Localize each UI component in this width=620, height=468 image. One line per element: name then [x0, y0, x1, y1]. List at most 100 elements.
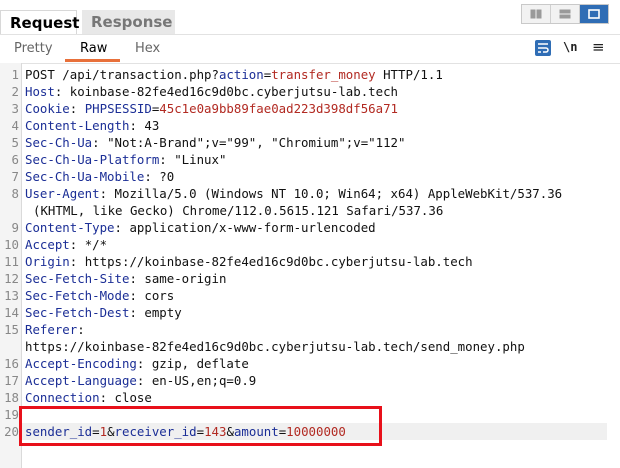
header-line-wrapped: https://koinbase-82fe4ed16c9d0bc.cyberju…	[0, 338, 525, 355]
method-path: POST /api/transaction.php?	[25, 67, 219, 82]
header-line: 7 Sec-Ch-Ua-Mobile: ?0	[0, 168, 175, 185]
line-number: 14	[4, 305, 19, 320]
header-separator: :	[136, 356, 152, 371]
header-separator: :	[159, 152, 175, 167]
tab-response[interactable]: Response	[82, 10, 175, 34]
header-value: koinbase-82fe4ed16c9d0bc.cyberjutsu-lab.…	[69, 84, 398, 99]
header-separator: :	[114, 220, 130, 235]
header-name: Sec-Ch-Ua-Mobile	[25, 169, 145, 184]
single-pane-icon	[588, 9, 600, 19]
header-value: "Not:A-Brand";v="99", "Chromium";v="112"	[107, 135, 406, 150]
line-number: 3	[11, 101, 19, 116]
header-value: close	[114, 390, 152, 405]
line-number: 15	[4, 322, 19, 337]
line-number: 1	[11, 67, 19, 82]
header-line: 13 Sec-Fetch-Mode: cors	[0, 287, 174, 304]
line-number: 2	[11, 84, 19, 99]
header-name: Sec-Fetch-Mode	[25, 288, 130, 303]
header-name: Sec-Fetch-Dest	[25, 305, 130, 320]
single-pane-button[interactable]	[580, 5, 608, 23]
header-line: 3 Cookie: PHPSESSID=45c1e0a9bb89fae0ad223…	[0, 100, 398, 117]
header-separator: :	[99, 186, 115, 201]
header-name: Connection	[25, 390, 100, 405]
header-separator: :	[129, 118, 145, 133]
header-line: 2 Host: koinbase-82fe4ed16c9d0bc.cyberjut…	[0, 83, 398, 100]
header-name: Sec-Ch-Ua	[25, 135, 93, 150]
split-horizontal-button[interactable]	[551, 5, 580, 23]
header-value-continued: https://koinbase-82fe4ed16c9d0bc.cyberju…	[25, 339, 525, 354]
header-name: Origin	[25, 254, 70, 269]
line-number: 11	[4, 254, 19, 269]
line-number: 19	[4, 407, 19, 422]
header-name: Sec-Fetch-Site	[25, 271, 130, 286]
layout-toggle-group	[521, 4, 609, 24]
header-name: Host	[25, 84, 55, 99]
header-value: */*	[84, 237, 108, 252]
line-number: 5	[11, 135, 19, 150]
header-name: Content-Type	[25, 220, 115, 235]
header-separator: :	[69, 237, 85, 252]
header-value: same-origin	[144, 271, 227, 286]
header-separator: :	[69, 101, 85, 116]
header-line: 6 Sec-Ch-Ua-Platform: "Linux"	[0, 151, 227, 168]
header-name: User-Agent	[25, 186, 100, 201]
header-line-wrapped: (KHTML, like Gecko) Chrome/112.0.5615.12…	[0, 202, 443, 219]
tab-request[interactable]: Request	[0, 10, 79, 34]
header-name: Accept-Encoding	[25, 356, 137, 371]
show-newlines-button[interactable]: \n	[563, 40, 577, 54]
text-wrap-button[interactable]	[535, 40, 551, 56]
header-line: 11 Origin: https://koinbase-82fe4ed16c9d0…	[0, 253, 473, 270]
header-name: Content-Length	[25, 118, 130, 133]
line-number: 18	[4, 390, 19, 405]
header-name: Referer	[25, 322, 78, 337]
header-separator: :	[69, 254, 85, 269]
header-line: 17 Accept-Language: en-US,en;q=0.9	[0, 372, 256, 389]
http-version: HTTP/1.1	[375, 67, 443, 82]
line-number: 12	[4, 271, 19, 286]
header-value-continued: (KHTML, like Gecko) Chrome/112.0.5615.12…	[33, 203, 444, 218]
header-separator: :	[77, 322, 85, 337]
header-name: Accept	[25, 237, 70, 252]
line-number: 9	[11, 220, 19, 235]
line-number: 13	[4, 288, 19, 303]
line-number: 6	[11, 152, 19, 167]
header-separator: :	[129, 288, 145, 303]
empty-line: 19	[0, 406, 19, 423]
cookie-name: PHPSESSID	[84, 101, 152, 116]
line-number: 7	[11, 169, 19, 184]
cookie-value: 45c1e0a9bb89fae0ad223d398df56a71	[159, 101, 399, 116]
line-number: 4	[11, 118, 19, 133]
header-value: Mozilla/5.0 (Windows NT 10.0; Win64; x64…	[114, 186, 563, 201]
header-separator: :	[54, 84, 70, 99]
header-separator: :	[136, 373, 152, 388]
query-param-value: transfer_money	[271, 67, 376, 82]
hamburger-menu-icon[interactable]: ≡	[592, 38, 605, 56]
header-separator: :	[92, 135, 108, 150]
header-line: 5 Sec-Ch-Ua: "Not:A-Brand";v="99", "Chrom…	[0, 134, 406, 151]
view-mode-bar: Pretty Raw Hex \n ≡	[0, 34, 620, 64]
body-line: 20 sender_id=1&receiver_id=143&amount=100…	[0, 423, 346, 440]
header-line: 10 Accept: */*	[0, 236, 107, 253]
header-line: 4 Content-Length: 43	[0, 117, 160, 134]
header-name: Sec-Ch-Ua-Platform	[25, 152, 160, 167]
header-separator: :	[129, 271, 145, 286]
header-value: ?0	[159, 169, 175, 184]
active-tab-underline	[65, 59, 120, 62]
header-value: empty	[144, 305, 182, 320]
header-value: https://koinbase-82fe4ed16c9d0bc.cyberju…	[84, 254, 473, 269]
line-number: 20	[4, 424, 19, 439]
header-line: 16 Accept-Encoding: gzip, deflate	[0, 355, 249, 372]
header-value: application/x-www-form-urlencoded	[129, 220, 376, 235]
header-value: gzip, deflate	[151, 356, 249, 371]
header-value: "Linux"	[174, 152, 227, 167]
header-value: en-US,en;q=0.9	[151, 373, 257, 388]
body-highlight-annotation	[19, 406, 382, 446]
header-line: 18 Connection: close	[0, 389, 152, 406]
tab-hex[interactable]: Hex	[135, 35, 160, 63]
message-tab-bar: Request Response	[0, 0, 620, 34]
tab-pretty[interactable]: Pretty	[14, 35, 53, 63]
header-line: 15 Referer:	[0, 321, 85, 338]
split-vertical-button[interactable]	[522, 5, 551, 23]
split-vertical-icon	[530, 9, 542, 19]
header-separator: :	[99, 390, 115, 405]
